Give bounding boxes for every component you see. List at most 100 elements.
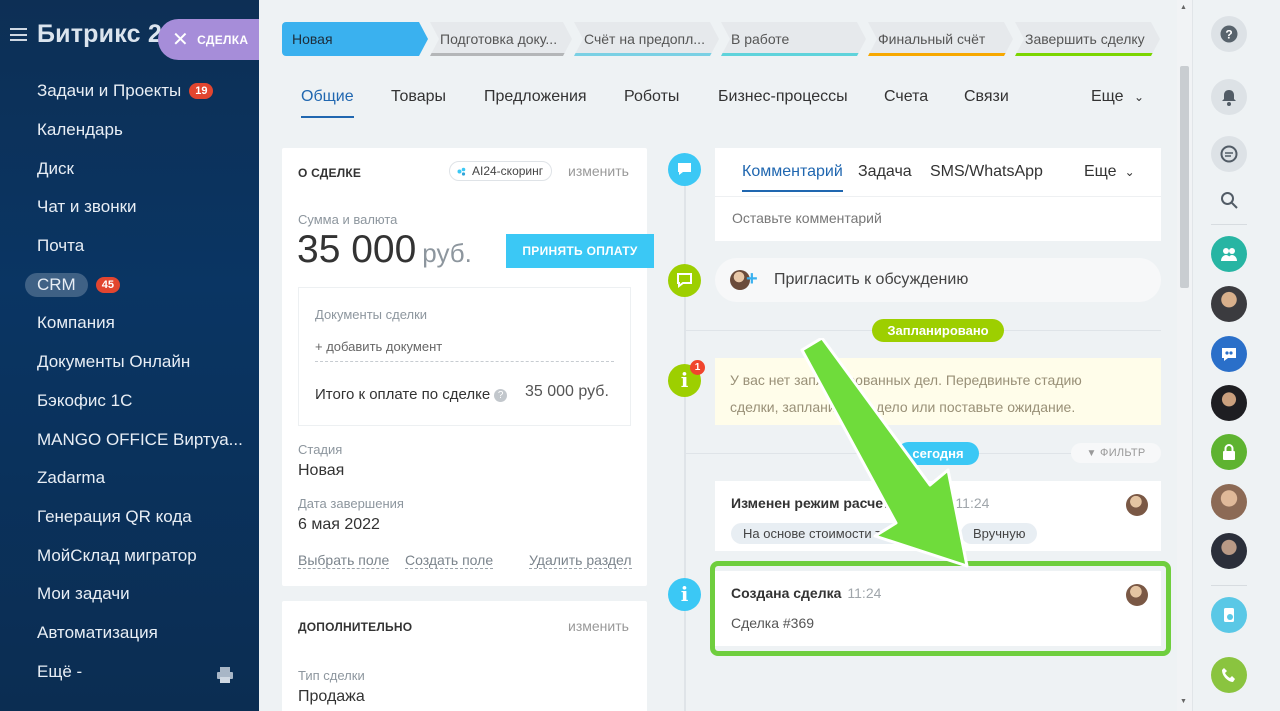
info-icon: i [680, 582, 689, 606]
ai-scoring-chip[interactable]: AI24-скоринг [449, 161, 553, 181]
svg-text:?: ? [1225, 28, 1232, 42]
sidebar-item-label: MANGO OFFICE Виртуа... [37, 429, 243, 449]
sidebar-item-label: Бэкофис 1С [37, 390, 133, 410]
stage-value[interactable]: Новая [298, 462, 344, 480]
filter-button[interactable]: ▼ ФИЛЬТР [1071, 443, 1161, 463]
sidebar-item-company[interactable]: Компания [0, 304, 259, 343]
info-marker: i [668, 578, 701, 611]
counter-badge: 45 [95, 276, 120, 293]
divider [715, 196, 1161, 197]
sidebar-item-disk[interactable]: Диск [0, 149, 259, 188]
divider [315, 361, 614, 362]
user-avatar[interactable] [1211, 385, 1247, 421]
tab-quotes[interactable]: Предложения [484, 88, 587, 106]
sidebar-item-automation[interactable]: Автоматизация [0, 614, 259, 653]
add-document-link[interactable]: + добавить документ [315, 339, 442, 354]
help-button[interactable]: ? [1211, 16, 1247, 52]
stage-bar: Новая Подготовка доку... Счёт на предопл… [282, 22, 1162, 56]
stage-new[interactable]: Новая [282, 22, 428, 56]
notifications-button[interactable] [1211, 79, 1247, 115]
scroll-down-icon[interactable]: ▼ [1180, 698, 1187, 705]
private-chat-button[interactable] [1211, 434, 1247, 470]
sidebar-item-label: Календарь [37, 120, 123, 140]
invite-to-discussion[interactable]: + Пригласить к обсуждению [715, 258, 1161, 302]
menu-icon[interactable] [10, 28, 27, 41]
tab-sms-whatsapp[interactable]: SMS/WhatsApp [930, 163, 1043, 181]
event-title: Изменен режим расчета суммы 11:24 [731, 495, 989, 511]
stage-complete-deal[interactable]: Завершить сделку [1015, 22, 1160, 56]
sidebar-item-label: Мои задачи [37, 584, 130, 604]
vertical-scrollbar[interactable]: ▲ ▼ [1177, 0, 1192, 711]
sidebar-item-qr[interactable]: Генерация QR кода [0, 498, 259, 537]
sidebar-item-label: Почта [37, 236, 85, 256]
comment-input[interactable]: Оставьте комментарий [732, 210, 882, 226]
stage-underline [868, 53, 1013, 56]
messenger-button[interactable] [1211, 136, 1247, 172]
sidebar-item-my-tasks[interactable]: Мои задачи [0, 575, 259, 614]
sidebar-item-mail[interactable]: Почта [0, 227, 259, 266]
stage-final-invoice[interactable]: Финальный счёт [868, 22, 1013, 56]
open-channel-button[interactable] [1211, 336, 1247, 372]
edit-section-link[interactable]: изменить [568, 163, 629, 179]
chevron-down-icon: ⌄ [1134, 90, 1145, 104]
timeline-event[interactable]: Создана сделка 11:24 Сделка #369 [715, 571, 1161, 646]
select-field-link[interactable]: Выбрать поле [298, 552, 390, 569]
sidebar-item-docs-online[interactable]: Документы Онлайн [0, 343, 259, 382]
user-avatar[interactable] [1211, 286, 1247, 322]
deal-type-value[interactable]: Продажа [298, 688, 365, 706]
stage-in-work[interactable]: В работе [721, 22, 866, 56]
portal-title[interactable]: Битрикс 2 [37, 20, 162, 49]
timeline-line [684, 170, 686, 711]
ai-scoring-icon [457, 167, 466, 176]
delete-section-link[interactable]: Удалить раздел [529, 552, 632, 569]
stage-prepay-invoice[interactable]: Счёт на предопл... [574, 22, 719, 56]
documents-title: Документы сделки [315, 307, 428, 322]
filter-label: ФИЛЬТР [1100, 447, 1146, 459]
divider [1211, 585, 1247, 586]
sidebar-item-label: Zadarma [37, 468, 106, 488]
tab-business-processes[interactable]: Бизнес-процессы [718, 88, 848, 106]
sidebar-item-mango[interactable]: MANGO OFFICE Виртуа... [0, 420, 259, 459]
user-avatar[interactable] [1211, 484, 1247, 520]
search-button[interactable] [1211, 182, 1247, 218]
stage-preparation[interactable]: Подготовка доку... [430, 22, 572, 56]
deal-amount: 35 000 руб. [297, 228, 472, 272]
tab-more-label: Еще [1084, 163, 1117, 180]
tab-more-label: Еще [1091, 88, 1124, 105]
tab-products[interactable]: Товары [391, 88, 446, 106]
tab-more[interactable]: Еще ⌄ [1084, 163, 1135, 181]
tab-invoices[interactable]: Счета [884, 88, 928, 106]
group-chat-button[interactable] [1211, 236, 1247, 272]
tab-comment[interactable]: Комментарий [742, 163, 843, 192]
user-avatar[interactable] [1211, 533, 1247, 569]
stage-label: Стадия [298, 442, 343, 457]
printer-icon[interactable] [216, 666, 234, 684]
documents-button[interactable] [1211, 597, 1247, 633]
deal-main: Новая Подготовка доку... Счёт на предопл… [259, 0, 1192, 711]
scroll-thumb[interactable] [1180, 66, 1189, 288]
sidebar-item-tasks[interactable]: Задачи и Проекты 19 [0, 72, 259, 111]
close-deal-button[interactable]: ✕ СДЕЛКА [158, 19, 259, 60]
deal-info-card: О СДЕЛКЕ AI24-скоринг изменить Сумма и в… [282, 148, 654, 586]
sidebar-item-backoffice[interactable]: Бэкофис 1С [0, 382, 259, 421]
close-date-value[interactable]: 6 мая 2022 [298, 516, 380, 534]
sidebar-item-crm[interactable]: CRM 45 [0, 265, 259, 304]
accept-payment-button[interactable]: ПРИНЯТЬ ОПЛАТУ [506, 234, 654, 268]
tab-task[interactable]: Задача [858, 163, 912, 181]
create-field-link[interactable]: Создать поле [405, 552, 494, 569]
tab-more[interactable]: Еще ⌄ [1091, 88, 1144, 106]
sidebar-item-zadarma[interactable]: Zadarma [0, 459, 259, 498]
sidebar-item-chat[interactable]: Чат и звонки [0, 188, 259, 227]
tab-general[interactable]: Общие [301, 88, 354, 118]
call-button[interactable] [1211, 657, 1247, 693]
timeline-event[interactable]: Изменен режим расчета суммы 11:24 На осно… [715, 481, 1161, 551]
tab-robots[interactable]: Роботы [624, 88, 679, 106]
sidebar-item-moysklad[interactable]: МойСклад мигратор [0, 536, 259, 575]
help-icon[interactable]: ? [494, 389, 508, 402]
edit-section-link[interactable]: изменить [568, 618, 629, 634]
tab-links[interactable]: Связи [964, 88, 1009, 106]
sidebar-item-calendar[interactable]: Календарь [0, 111, 259, 150]
scroll-up-icon[interactable]: ▲ [1180, 4, 1187, 11]
stage-underline [1015, 53, 1160, 56]
sidebar-item-label: Ещё - [37, 661, 83, 681]
